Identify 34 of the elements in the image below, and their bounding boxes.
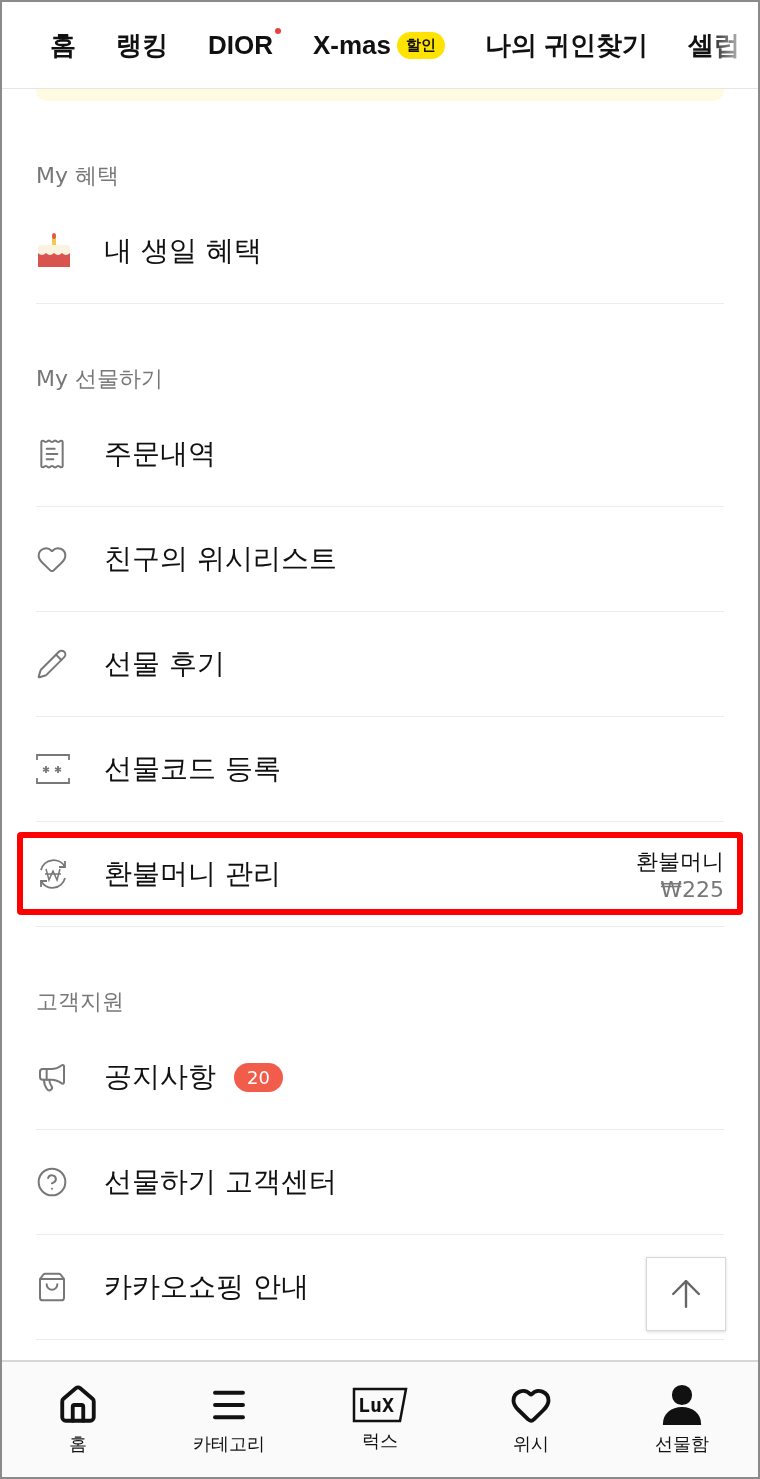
category-tab[interactable]: 나의 귀인찾기 bbox=[485, 27, 649, 63]
menu-item[interactable]: 환불머니 관리 bbox=[104, 855, 281, 893]
shopping-bag-icon bbox=[36, 1271, 68, 1303]
megaphone-icon bbox=[36, 1061, 68, 1093]
cake-icon bbox=[36, 233, 72, 269]
balance-label: 환불머니 bbox=[636, 847, 724, 876]
menu-item[interactable]: 선물 후기 bbox=[104, 645, 225, 683]
category-tab[interactable]: 홈 bbox=[50, 27, 76, 63]
menu-item[interactable]: 카카오쇼핑 안내 bbox=[104, 1268, 309, 1306]
section-title: My 선물하기 bbox=[36, 366, 164, 392]
sale-badge: 할인 bbox=[397, 31, 446, 59]
pencil-icon bbox=[36, 648, 68, 680]
gift-code-icon bbox=[36, 754, 70, 784]
menu-item[interactable]: 선물하기 고객센터 bbox=[104, 1163, 337, 1201]
menu-item[interactable]: 내 생일 혜택 bbox=[104, 232, 262, 270]
nav-item[interactable]: 위시 bbox=[513, 1431, 550, 1456]
category-tab[interactable]: 랭킹 bbox=[116, 27, 168, 63]
category-tab[interactable]: DIOR bbox=[208, 29, 273, 61]
section-title: 고객지원 bbox=[36, 989, 125, 1015]
count-badge: 20 bbox=[234, 1062, 283, 1092]
menu-item[interactable]: 친구의 위시리스트 bbox=[104, 540, 337, 578]
nav-item[interactable]: 럭스 bbox=[362, 1428, 398, 1453]
balance-amount: ₩225 bbox=[660, 876, 724, 902]
scroll-top-button[interactable] bbox=[646, 1257, 726, 1331]
nav-item[interactable]: 홈 bbox=[68, 1431, 87, 1456]
menu-item[interactable]: 선물코드 등록 bbox=[104, 750, 281, 788]
section-title: My 혜택 bbox=[36, 163, 120, 189]
menu-item[interactable]: 주문내역 bbox=[104, 435, 216, 473]
nav-item[interactable]: 선물함 bbox=[655, 1431, 710, 1456]
lux-logo-icon: LuX bbox=[352, 1386, 408, 1423]
help-icon bbox=[36, 1166, 68, 1198]
category-tab[interactable]: X-mas 할인 bbox=[313, 29, 446, 61]
nav-item[interactable]: 카테고리 bbox=[192, 1431, 265, 1456]
menu-item[interactable]: 공지사항 bbox=[104, 1058, 216, 1096]
